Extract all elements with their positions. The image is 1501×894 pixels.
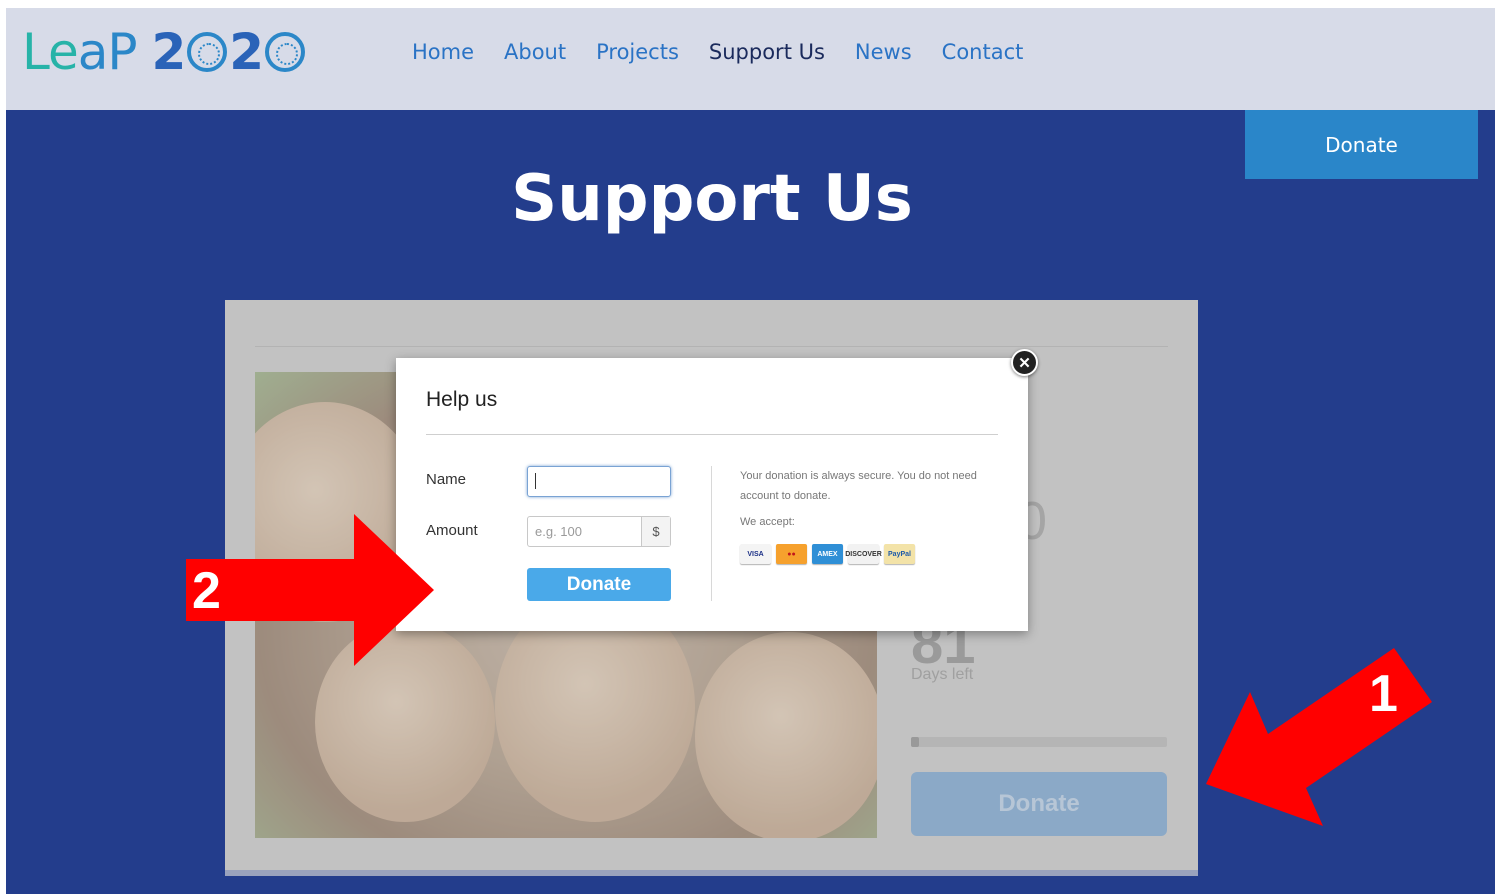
page-title: Support Us <box>511 162 913 236</box>
visa-icon: VISA <box>740 544 771 564</box>
security-note: Your donation is always secure. You do n… <box>740 470 977 502</box>
funding-progress-bar <box>911 737 1167 747</box>
modal-donate-button[interactable]: Donate <box>527 568 671 601</box>
name-input[interactable] <box>527 466 671 497</box>
modal-divider <box>426 434 998 435</box>
logo-text-le: Le <box>22 23 79 81</box>
baseball-icon <box>187 32 228 72</box>
arrow-2-annotation <box>186 514 434 666</box>
nav-contact[interactable]: Contact <box>942 40 1024 64</box>
nav-news[interactable]: News <box>855 40 912 64</box>
payment-cards: VISA ●● AMEX DISCOVER PayPal <box>740 544 915 564</box>
logo-text-ap: aP <box>77 23 138 81</box>
nav-projects[interactable]: Projects <box>596 40 679 64</box>
logo-digit: 2 <box>151 23 186 81</box>
site-header: Le aP 22 Home About Projects Support Us N… <box>6 8 1495 110</box>
name-label: Name <box>426 471 467 488</box>
days-left-label: Days left <box>911 666 974 683</box>
progress-fill <box>911 737 919 747</box>
mastercard-icon: ●● <box>776 544 807 564</box>
amount-placeholder: e.g. 100 <box>535 524 582 539</box>
annotation-label-1: 1 <box>1369 665 1398 723</box>
annotation-label-2: 2 <box>192 562 221 620</box>
close-icon[interactable]: ✕ <box>1011 349 1038 376</box>
logo-digit: 2 <box>229 23 264 81</box>
nav-home[interactable]: Home <box>412 40 474 64</box>
modal-vertical-divider <box>711 466 712 601</box>
campaign-donate-button[interactable]: Donate <box>911 772 1167 836</box>
ball-zero-icon <box>265 32 306 72</box>
page: Le aP 22 Home About Projects Support Us N… <box>6 8 1495 894</box>
nav-support-us[interactable]: Support Us <box>709 40 825 64</box>
main-nav: Home About Projects Support Us News Cont… <box>412 40 1053 64</box>
modal-title: Help us <box>426 388 498 411</box>
nav-about[interactable]: About <box>504 40 566 64</box>
currency-addon: $ <box>641 517 670 546</box>
arrow-shape <box>1206 648 1432 826</box>
panel-bottom-bar <box>225 870 1198 876</box>
amex-icon: AMEX <box>812 544 843 564</box>
leap-2020-logo[interactable]: Le aP 22 <box>22 22 307 82</box>
discover-icon: DISCOVER <box>845 544 882 564</box>
accepted-cards-label: We accept: <box>740 516 795 528</box>
amount-input[interactable]: e.g. 100 $ <box>527 516 671 547</box>
paypal-icon: PayPal <box>884 544 915 564</box>
arrow-1-annotation <box>1206 648 1432 826</box>
donation-modal: Help us Name Amount e.g. 100 $ Donate Yo… <box>396 358 1028 631</box>
arrow-shape <box>186 514 434 666</box>
divider <box>255 346 1168 347</box>
